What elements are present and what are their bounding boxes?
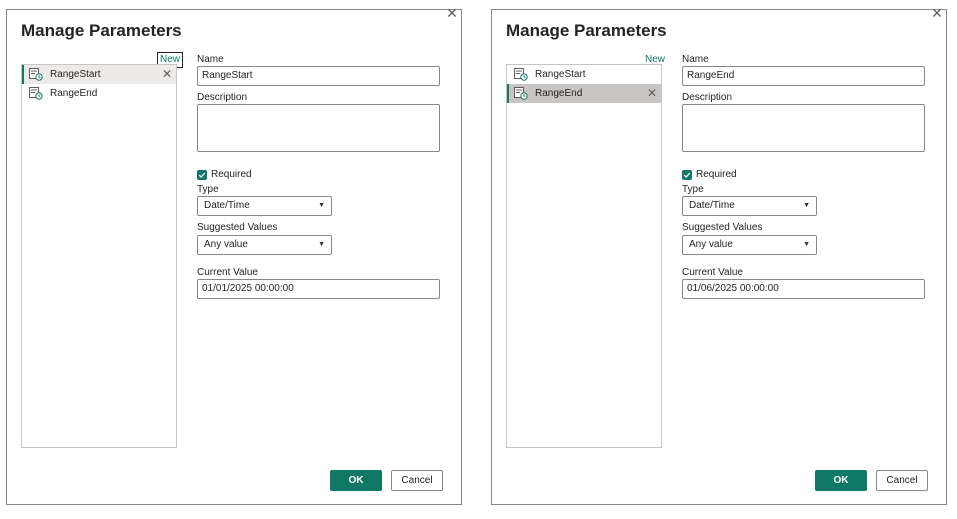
- name-field[interactable]: RangeEnd: [682, 66, 925, 86]
- type-dropdown[interactable]: Date/Time ▼: [197, 196, 332, 216]
- close-icon[interactable]: ✕: [445, 6, 459, 20]
- type-label: Type: [682, 184, 704, 195]
- parameter-item-rangeend[interactable]: RangeEnd ✕: [507, 84, 661, 103]
- ok-button[interactable]: OK: [330, 470, 382, 491]
- close-icon[interactable]: ✕: [930, 6, 944, 20]
- type-label: Type: [197, 184, 219, 195]
- parameter-icon: [514, 87, 528, 100]
- parameter-item-label: RangeEnd: [50, 88, 98, 99]
- current-value-field[interactable]: 01/06/2025 00:00:00: [682, 279, 925, 299]
- dialog-title: Manage Parameters: [506, 21, 667, 40]
- required-checkbox-row[interactable]: Required: [197, 169, 252, 180]
- current-value-field[interactable]: 01/01/2025 00:00:00: [197, 279, 440, 299]
- parameter-item-rangeend[interactable]: RangeEnd: [22, 84, 176, 103]
- parameter-list: RangeStart RangeEnd ✕: [506, 64, 662, 448]
- chevron-down-icon: ▼: [318, 241, 325, 248]
- parameter-icon: [29, 68, 43, 81]
- required-label: Required: [696, 169, 737, 180]
- parameter-item-label: RangeStart: [535, 69, 586, 80]
- parameter-item-label: RangeStart: [50, 69, 101, 80]
- cancel-button[interactable]: Cancel: [876, 470, 928, 491]
- cancel-button[interactable]: Cancel: [391, 470, 443, 491]
- parameter-icon: [514, 68, 528, 81]
- parameter-item-label: RangeEnd: [535, 88, 583, 99]
- parameter-icon: [29, 87, 43, 100]
- description-label: Description: [197, 92, 248, 103]
- type-value: Date/Time: [689, 200, 735, 211]
- chevron-down-icon: ▼: [803, 241, 810, 248]
- manage-parameters-dialog-left: ✕ Manage Parameters New RangeStart ✕ Ran…: [6, 6, 462, 505]
- type-dropdown[interactable]: Date/Time ▼: [682, 196, 817, 216]
- suggested-values-label: Suggested Values: [682, 222, 763, 233]
- suggested-values-dropdown[interactable]: Any value ▼: [682, 235, 817, 255]
- parameter-item-rangestart[interactable]: RangeStart ✕: [22, 65, 176, 84]
- delete-icon[interactable]: ✕: [162, 67, 172, 81]
- required-checkbox-row[interactable]: Required: [682, 169, 737, 180]
- description-field[interactable]: [197, 104, 440, 152]
- suggested-values-label: Suggested Values: [197, 222, 278, 233]
- current-value-label: Current Value: [197, 267, 258, 278]
- name-label: Name: [682, 54, 709, 65]
- checkbox-checked-icon[interactable]: [197, 169, 207, 180]
- suggested-values-dropdown[interactable]: Any value ▼: [197, 235, 332, 255]
- checkbox-checked-icon[interactable]: [682, 169, 692, 180]
- type-value: Date/Time: [204, 200, 250, 211]
- suggested-values-value: Any value: [204, 239, 248, 250]
- ok-button[interactable]: OK: [815, 470, 867, 491]
- parameter-item-rangestart[interactable]: RangeStart: [507, 65, 661, 84]
- name-label: Name: [197, 54, 224, 65]
- description-label: Description: [682, 92, 733, 103]
- dialog-title: Manage Parameters: [21, 21, 182, 40]
- chevron-down-icon: ▼: [803, 202, 810, 209]
- chevron-down-icon: ▼: [318, 202, 325, 209]
- parameter-list: RangeStart ✕ RangeEnd: [21, 64, 177, 448]
- required-label: Required: [211, 169, 252, 180]
- current-value-label: Current Value: [682, 267, 743, 278]
- delete-icon[interactable]: ✕: [647, 86, 657, 100]
- description-field[interactable]: [682, 104, 925, 152]
- name-field[interactable]: RangeStart: [197, 66, 440, 86]
- manage-parameters-dialog-right: ✕ Manage Parameters New RangeStart Range…: [491, 6, 947, 505]
- suggested-values-value: Any value: [689, 239, 733, 250]
